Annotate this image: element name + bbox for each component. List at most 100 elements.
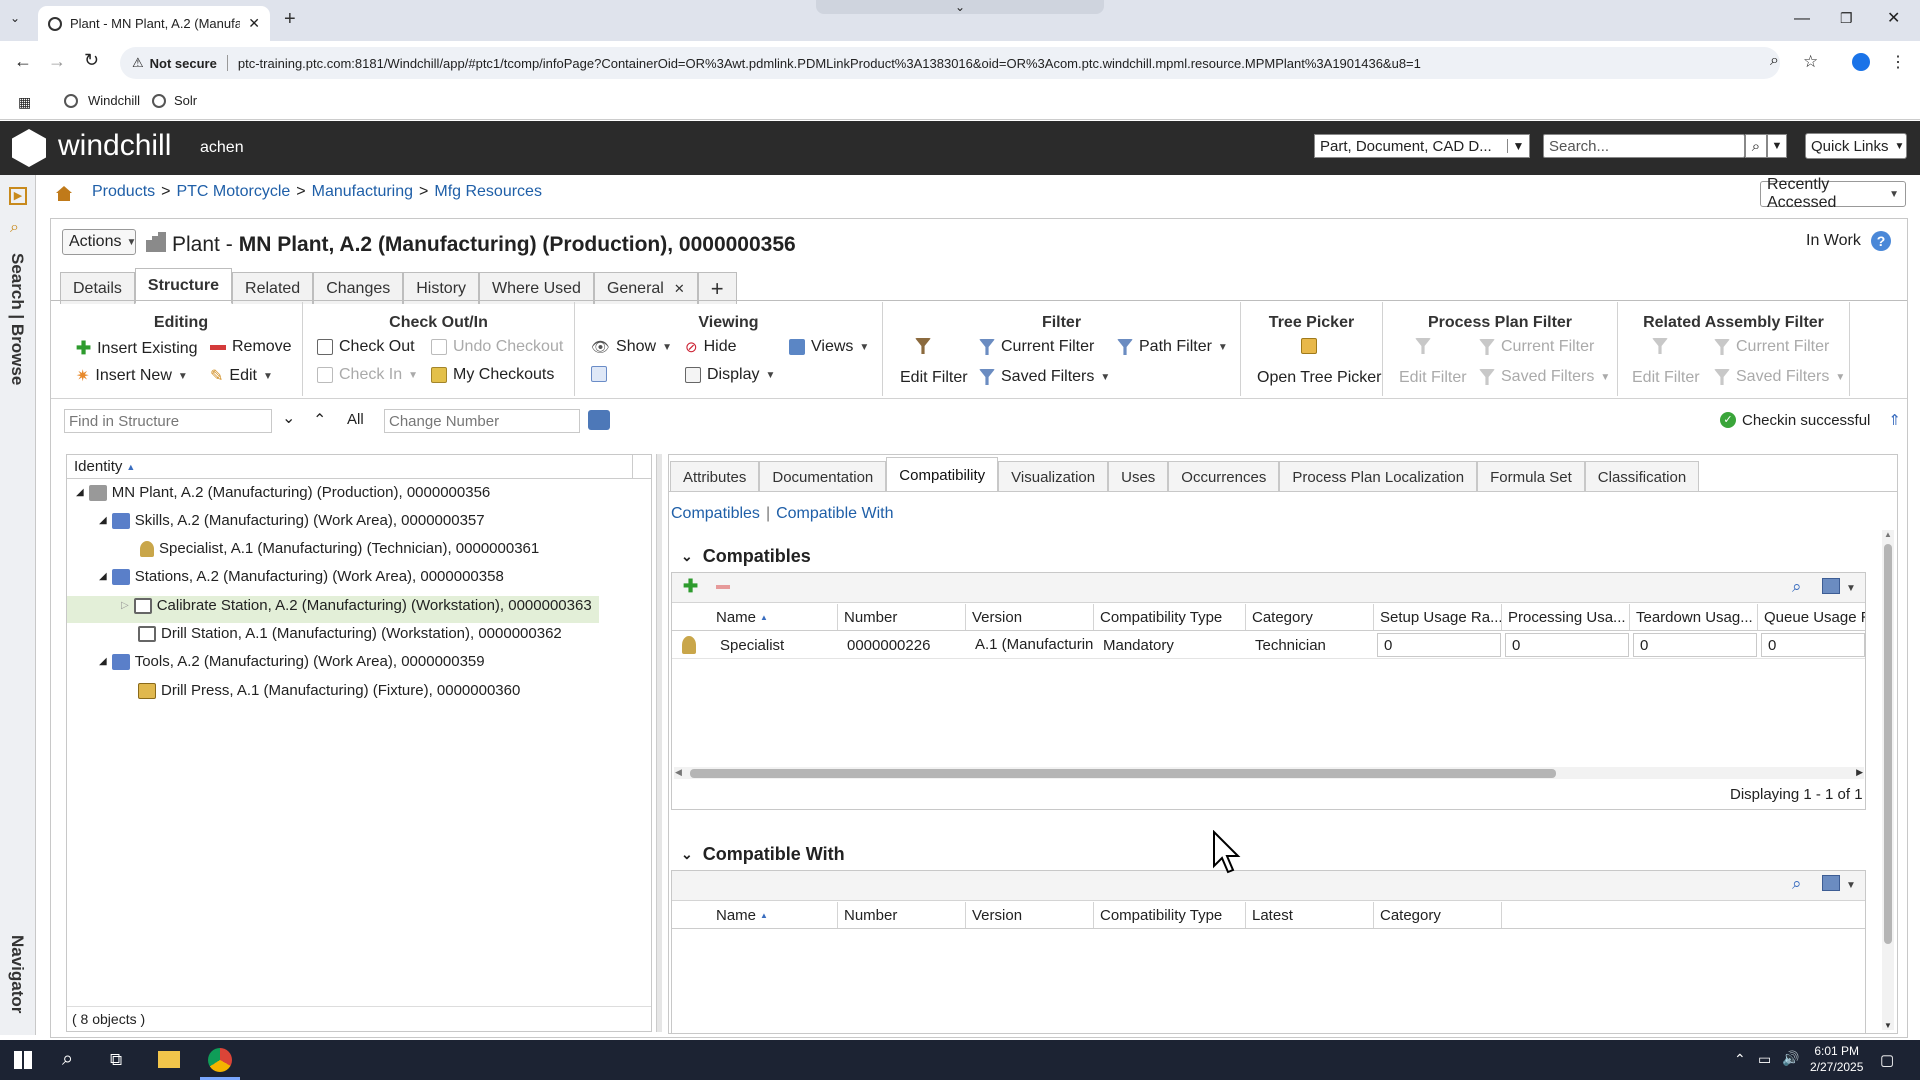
browser-tab[interactable]: Plant - MN Plant, A.2 (Manufactu ✕	[38, 6, 270, 41]
compatible-with-link[interactable]: Compatible With	[776, 505, 893, 523]
search-type-select[interactable]: Part, Document, CAD D... ▼	[1314, 134, 1530, 158]
breadcrumb-products[interactable]: Products	[92, 183, 155, 201]
tab-compatibility[interactable]: Compatibility	[886, 457, 999, 492]
tree-node[interactable]: Drill Press, A.1 (Manufacturing) (Fixtur…	[138, 682, 520, 699]
check-in-button[interactable]: Check In ▼	[317, 366, 418, 384]
expand-collapse-icon[interactable]	[591, 366, 607, 382]
chevron-down-icon[interactable]: ⌄	[816, 0, 1104, 14]
expand-toggle-icon[interactable]: ◢	[76, 487, 84, 498]
chevron-down-icon[interactable]: ⌄	[282, 408, 295, 428]
search-icon[interactable]: ⌕	[1745, 134, 1767, 158]
horizontal-scrollbar[interactable]: ◀ ▶	[674, 767, 1864, 779]
path-filter-button[interactable]: Path Filter ▼	[1117, 338, 1228, 356]
tab-structure[interactable]: Structure	[134, 268, 233, 304]
teardown-usage-input[interactable]: 0	[1633, 633, 1757, 657]
back-arrow-icon[interactable]: ←	[14, 51, 32, 72]
cell-name[interactable]: Specialist	[714, 632, 784, 658]
table-view-icon[interactable]	[1822, 578, 1840, 594]
menu-dots-icon[interactable]: ⋮	[1890, 52, 1906, 72]
expand-panel-icon[interactable]: ▶	[9, 187, 27, 205]
close-window-icon[interactable]: ✕	[1887, 8, 1900, 28]
profile-avatar[interactable]	[1852, 53, 1870, 71]
ra-current-filter-button[interactable]: Current Filter	[1714, 338, 1829, 356]
my-checkouts-button[interactable]: My Checkouts	[431, 366, 554, 384]
saved-filters-button[interactable]: Saved Filters ▼	[979, 368, 1110, 386]
check-out-button[interactable]: Check Out	[317, 338, 415, 356]
breadcrumb-ptc-motorcycle[interactable]: PTC Motorcycle	[176, 183, 290, 201]
tree-node[interactable]: ◢ Stations, A.2 (Manufacturing) (Work Are…	[99, 568, 504, 585]
star-icon[interactable]: ☆	[1803, 52, 1818, 72]
add-plus-icon[interactable]: ✚	[683, 576, 698, 597]
search-browse-tab[interactable]: Search | Browse	[7, 253, 27, 385]
chrome-icon[interactable]	[208, 1048, 232, 1072]
column-header-compatibility-type[interactable]: Compatibility Type	[1094, 604, 1246, 630]
reload-icon[interactable]: ↻	[84, 50, 99, 71]
open-tree-picker-button[interactable]: Open Tree Picker	[1257, 369, 1382, 387]
actions-button[interactable]: Actions ▼	[62, 229, 136, 255]
column-header-number[interactable]: Number	[838, 902, 966, 928]
remove-minus-icon[interactable]	[716, 585, 730, 589]
apps-grid-icon[interactable]: ▦	[18, 94, 31, 111]
chevron-up-icon[interactable]: ⌃	[313, 410, 326, 430]
search-icon[interactable]: ⌕	[62, 1048, 73, 1071]
column-header-teardown-usage[interactable]: Teardown Usag...	[1630, 604, 1758, 630]
display-button[interactable]: Display ▼	[685, 366, 775, 384]
tab-documentation[interactable]: Documentation	[759, 461, 887, 492]
search-icon[interactable]: ⌕	[1792, 577, 1802, 597]
column-header-name[interactable]: Name ▲	[710, 902, 838, 928]
column-header-number[interactable]: Number	[838, 604, 966, 630]
volume-icon[interactable]: 🔊	[1782, 1050, 1799, 1067]
tab-attributes[interactable]: Attributes	[670, 461, 760, 492]
file-explorer-icon[interactable]	[158, 1051, 180, 1068]
tree-node[interactable]: Specialist, A.1 (Manufacturing) (Technic…	[140, 540, 539, 557]
setup-usage-input[interactable]: 0	[1377, 633, 1501, 657]
recently-accessed-button[interactable]: Recently Accessed ▼	[1760, 176, 1906, 211]
clock[interactable]: 6:01 PM 2/27/2025	[1810, 1043, 1863, 1075]
tree-node-selected[interactable]: ▷ Calibrate Station, A.2 (Manufacturing) …	[121, 597, 592, 614]
remove-button[interactable]: Remove	[210, 338, 292, 356]
column-header-name[interactable]: Name ▲	[710, 604, 838, 630]
ra-saved-filters-button[interactable]: Saved Filters ▼	[1714, 368, 1845, 386]
column-header-latest[interactable]: Latest	[1246, 902, 1374, 928]
compatibles-section-header[interactable]: ⌄ Compatibles	[681, 546, 811, 567]
tab-formula-set[interactable]: Formula Set	[1477, 461, 1585, 492]
column-header-version[interactable]: Version	[966, 604, 1094, 630]
collapsed-toggle-icon[interactable]: ▷	[121, 600, 129, 611]
tree-node[interactable]: ◢ MN Plant, A.2 (Manufacturing) (Producti…	[76, 484, 490, 501]
pp-current-filter-button[interactable]: Current Filter	[1479, 338, 1594, 356]
chevron-down-icon[interactable]: ▼	[1767, 134, 1787, 158]
restore-icon[interactable]: ❐	[1840, 10, 1853, 27]
processing-usage-input[interactable]: 0	[1505, 633, 1629, 657]
tab-process-plan-localization[interactable]: Process Plan Localization	[1279, 461, 1478, 492]
caret-icon[interactable]: ▼	[1846, 583, 1856, 594]
scrollbar-thumb[interactable]	[690, 769, 1556, 778]
search-icon[interactable]: ⌕	[1792, 874, 1802, 894]
expand-toggle-icon[interactable]: ◢	[99, 571, 107, 582]
column-header-queue-usage[interactable]: Queue Usage R	[1758, 604, 1865, 630]
compatible-with-section-header[interactable]: ⌄ Compatible With	[681, 844, 845, 865]
column-header-processing-usage[interactable]: Processing Usa...	[1502, 604, 1630, 630]
expand-toggle-icon[interactable]: ◢	[99, 515, 107, 526]
tab-list-chevron-icon[interactable]: ⌄	[10, 11, 20, 25]
close-tab-icon[interactable]: ✕	[674, 281, 685, 297]
zoom-search-icon[interactable]: ⌕	[1770, 52, 1779, 70]
column-header-category[interactable]: Category	[1246, 604, 1374, 630]
navigator-tab[interactable]: Navigator	[7, 935, 27, 1013]
column-header-category[interactable]: Category	[1374, 902, 1502, 928]
tree-node[interactable]: Drill Station, A.1 (Manufacturing) (Work…	[138, 625, 562, 642]
breadcrumb-manufacturing[interactable]: Manufacturing	[312, 183, 413, 201]
all-button[interactable]: All	[347, 411, 364, 428]
vertical-scrollbar[interactable]: ▲ ▼	[1882, 530, 1894, 1030]
insert-new-button[interactable]: ✷ Insert New ▼	[76, 366, 188, 386]
task-view-icon[interactable]: ⧉	[110, 1050, 122, 1070]
pp-saved-filters-button[interactable]: Saved Filters ▼	[1479, 368, 1610, 386]
network-icon[interactable]: ▭	[1758, 1051, 1771, 1068]
breadcrumb-mfg-resources[interactable]: Mfg Resources	[434, 183, 542, 201]
identity-column-header[interactable]: Identity ▲	[67, 455, 651, 479]
pp-edit-filter-button[interactable]: Edit Filter	[1399, 369, 1467, 387]
compatibles-link[interactable]: Compatibles	[671, 505, 760, 523]
tab-classification[interactable]: Classification	[1584, 461, 1700, 492]
tree-node[interactable]: ◢ Skills, A.2 (Manufacturing) (Work Area)…	[99, 512, 485, 529]
current-filter-button[interactable]: Current Filter	[979, 338, 1094, 356]
help-icon[interactable]: ?	[1871, 231, 1891, 251]
